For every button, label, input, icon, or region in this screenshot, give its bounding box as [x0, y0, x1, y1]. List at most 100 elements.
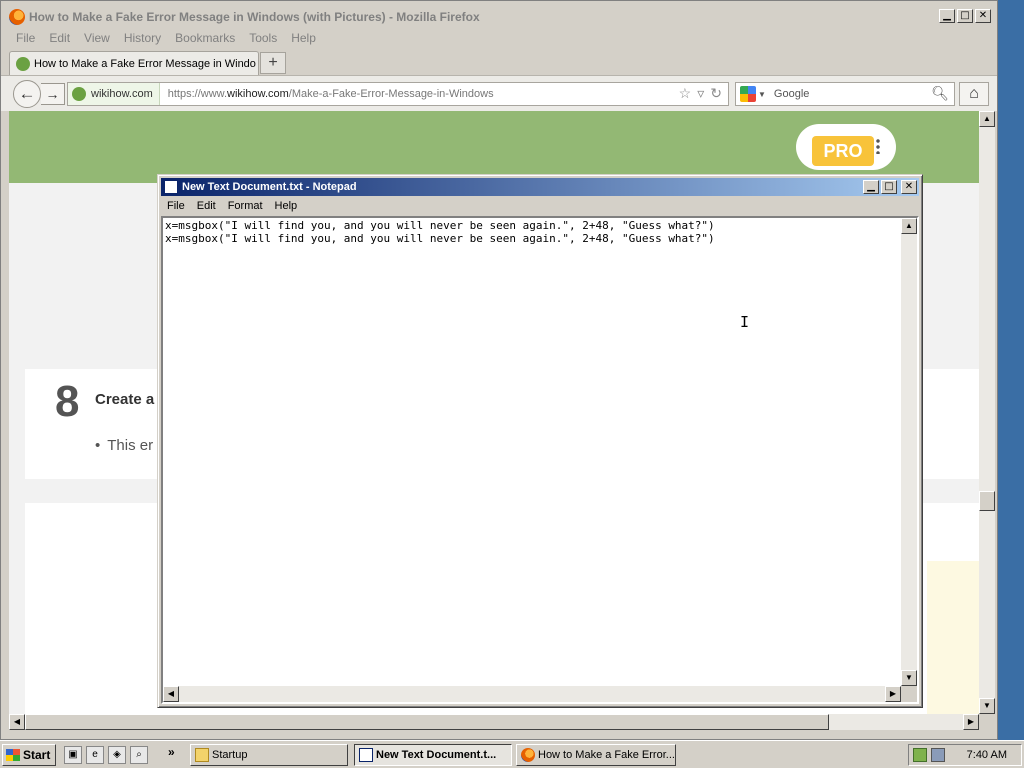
resize-grip[interactable]	[901, 686, 917, 702]
taskbar: Start ▣ e ◈ ⌕ » Startup New Text Documen…	[0, 740, 1024, 768]
task-label: How to Make a Fake Error...	[538, 749, 675, 761]
step-title: Create a	[95, 391, 155, 408]
text-cursor-icon: I	[740, 313, 750, 331]
text-line: x=msgbox("I will find you, and you will …	[165, 232, 715, 245]
chevron-down-icon[interactable]: ▼	[758, 90, 766, 99]
menu-view[interactable]: View	[77, 31, 117, 47]
reload-icon[interactable]: ↻	[710, 85, 722, 102]
scroll-right-button[interactable]: ▶	[885, 686, 901, 702]
firefox-titlebar[interactable]: How to Make a Fake Error Message in Wind…	[1, 1, 997, 33]
scrollbar-thumb[interactable]	[979, 491, 995, 511]
scroll-down-button[interactable]: ▼	[979, 698, 995, 714]
internet-explorer-icon[interactable]: e	[86, 746, 104, 764]
new-tab-button[interactable]: +	[260, 52, 286, 74]
tab-wikihow[interactable]: How to Make a Fake Error Message in Wind…	[9, 51, 259, 75]
pro-label: PRO	[812, 136, 874, 166]
quick-launch: ▣ e ◈ ⌕	[64, 746, 148, 764]
quick-launch-overflow[interactable]: »	[168, 745, 175, 759]
pro-badge[interactable]: PRO	[796, 124, 896, 170]
sidebar-highlight	[927, 561, 979, 714]
scrollbar-thumb[interactable]	[25, 714, 829, 730]
menu-tools[interactable]: Tools	[242, 31, 284, 47]
clock[interactable]: 7:40 AM	[967, 749, 1007, 761]
url-text[interactable]: https://www.wikihow.com/Make-a-Fake-Erro…	[168, 88, 494, 100]
folder-icon	[195, 748, 209, 762]
page-horizontal-scrollbar[interactable]: ◀ ▶	[9, 714, 979, 730]
explorer-icon[interactable]: ⌕	[130, 746, 148, 764]
menu-file[interactable]: File	[161, 197, 191, 215]
forward-button[interactable]: →	[41, 83, 65, 105]
task-startup[interactable]: Startup	[190, 744, 348, 766]
network-icon[interactable]: ◈	[108, 746, 126, 764]
step-bullet: This er	[95, 437, 153, 454]
url-prefix: https://www.	[167, 88, 228, 100]
dropdown-arrow-icon[interactable]: ▿	[697, 85, 704, 102]
task-notepad[interactable]: New Text Document.t...	[354, 744, 512, 766]
back-button[interactable]: ←	[13, 80, 41, 108]
scroll-down-button[interactable]: ▼	[901, 670, 917, 686]
scroll-left-button[interactable]: ◀	[163, 686, 179, 702]
tray-network-icon[interactable]	[931, 748, 945, 762]
firefox-icon	[9, 9, 25, 25]
firefox-window-title: How to Make a Fake Error Message in Wind…	[29, 10, 480, 24]
identity-domain: wikihow.com	[91, 88, 153, 100]
site-identity-button[interactable]: wikihow.com	[68, 83, 160, 105]
url-bar[interactable]: wikihow.com https://www.wikihow.com/Make…	[67, 82, 729, 106]
notepad-horizontal-scrollbar[interactable]: ◀ ▶	[163, 686, 901, 702]
notepad-vertical-scrollbar[interactable]: ▲ ▼	[901, 218, 917, 686]
menu-edit[interactable]: Edit	[42, 31, 77, 47]
text-line: x=msgbox("I will find you, and you will …	[165, 219, 715, 232]
navigation-toolbar: ← → wikihow.com https://www.wikihow.com/…	[1, 75, 997, 111]
notepad-text-area[interactable]: x=msgbox("I will find you, and you will …	[161, 216, 919, 704]
notepad-icon	[164, 180, 178, 194]
url-path: /Make-a-Fake-Error-Message-in-Windows	[288, 88, 494, 100]
menu-help[interactable]: Help	[284, 31, 323, 47]
menu-format[interactable]: Format	[222, 197, 269, 215]
google-icon[interactable]	[740, 86, 756, 102]
tab-label: How to Make a Fake Error Message in Wind…	[34, 57, 256, 70]
menu-file[interactable]: File	[9, 31, 42, 47]
close-button[interactable]: ✕	[901, 180, 917, 194]
wikihow-favicon	[16, 56, 30, 71]
notepad-window: New Text Document.txt - Notepad ▁ □ ✕ Fi…	[157, 174, 923, 708]
show-desktop-icon[interactable]: ▣	[64, 746, 82, 764]
windows-logo-icon	[6, 749, 20, 761]
tray-security-icon[interactable]	[913, 748, 927, 762]
menu-bookmarks[interactable]: Bookmarks	[168, 31, 242, 47]
notepad-text[interactable]: x=msgbox("I will find you, and you will …	[165, 219, 715, 245]
scroll-up-button[interactable]: ▲	[901, 218, 917, 234]
task-firefox[interactable]: How to Make a Fake Error...	[516, 744, 676, 766]
tab-strip: How to Make a Fake Error Message in Wind…	[1, 49, 997, 75]
search-input[interactable]: Google	[774, 88, 809, 100]
menu-help[interactable]: Help	[269, 197, 304, 215]
url-host: wikihow.com	[227, 88, 289, 100]
firefox-icon	[521, 748, 535, 762]
scroll-up-button[interactable]: ▲	[979, 111, 995, 127]
bookmark-star-icon[interactable]: ☆	[679, 85, 692, 102]
step-number: 8	[55, 377, 80, 426]
menu-history[interactable]: History	[117, 31, 168, 47]
firefox-window-controls: ▁ □ ✕	[939, 9, 991, 23]
notepad-menubar: File Edit Format Help	[161, 197, 303, 215]
notepad-titlebar[interactable]: New Text Document.txt - Notepad ▁ □ ✕	[161, 178, 919, 196]
close-button[interactable]: ✕	[975, 9, 991, 23]
home-button[interactable]: ⌂	[959, 82, 989, 106]
wikihow-header: PRO	[9, 111, 979, 183]
scroll-right-button[interactable]: ▶	[963, 714, 979, 730]
minimize-button[interactable]: ▁	[863, 180, 879, 194]
search-bar[interactable]: ▼ Google 🔍︎	[735, 82, 955, 106]
page-vertical-scrollbar[interactable]: ▲ ▼	[979, 111, 995, 714]
notepad-window-controls: ▁ □ ✕	[863, 180, 917, 194]
menu-edit[interactable]: Edit	[191, 197, 222, 215]
start-button[interactable]: Start	[2, 744, 56, 766]
wikihow-favicon	[72, 87, 86, 101]
url-bar-icons: ☆ ▿ ↻	[679, 85, 722, 102]
maximize-button[interactable]: □	[881, 180, 897, 194]
task-label: Startup	[212, 749, 248, 761]
kebab-menu-icon[interactable]	[876, 138, 880, 154]
maximize-button[interactable]: □	[957, 9, 973, 23]
scroll-left-button[interactable]: ◀	[9, 714, 25, 730]
task-label: New Text Document.t...	[376, 749, 497, 761]
search-icon[interactable]: 🔍︎	[931, 85, 949, 102]
minimize-button[interactable]: ▁	[939, 9, 955, 23]
